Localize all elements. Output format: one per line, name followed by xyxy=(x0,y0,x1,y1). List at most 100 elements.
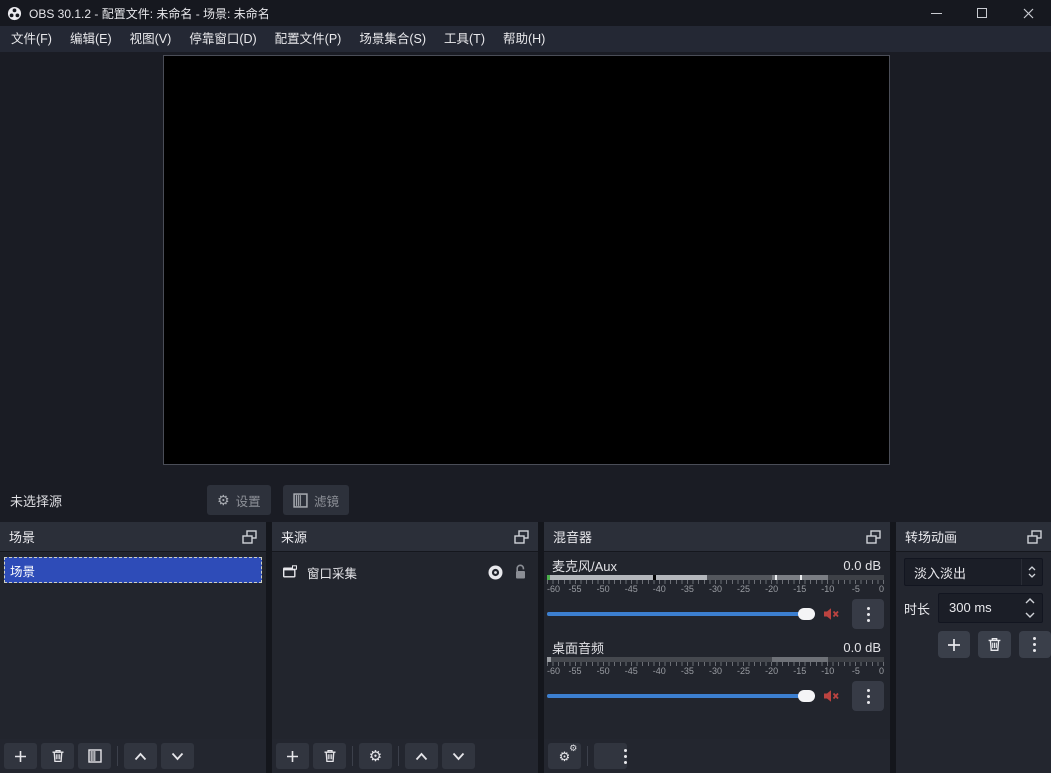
db-scale-label: -10 xyxy=(821,666,834,676)
mixer-options-button[interactable] xyxy=(594,743,627,769)
db-scale-label: 0 xyxy=(879,666,884,676)
title-bar: OBS 30.1.2 - 配置文件: 未命名 - 场景: 未命名 xyxy=(0,0,1051,26)
transitions-body: 淡入淡出 时长 300 ms xyxy=(896,553,1051,773)
muted-speaker-icon xyxy=(823,689,840,703)
trash-icon xyxy=(323,749,337,763)
duration-spinbox[interactable]: 300 ms xyxy=(938,593,1043,623)
close-icon xyxy=(1023,8,1034,19)
scene-filters-button[interactable] xyxy=(78,743,111,769)
volume-slider[interactable] xyxy=(547,607,815,621)
double-gear-icon: ⚙⚙ xyxy=(559,750,571,763)
window-title: OBS 30.1.2 - 配置文件: 未命名 - 场景: 未命名 xyxy=(29,5,270,22)
audio-mixer-panel: 混音器 麦克风/Aux 0.0 dB xyxy=(544,522,890,773)
gear-icon: ⚙ xyxy=(369,749,382,764)
source-properties-toolbar-button[interactable]: ⚙ xyxy=(359,743,392,769)
close-button[interactable] xyxy=(1005,0,1051,26)
source-item[interactable]: 窗口采集 xyxy=(272,557,538,587)
remove-source-button[interactable] xyxy=(313,743,346,769)
more-icon xyxy=(624,749,627,764)
move-source-up-button[interactable] xyxy=(405,743,438,769)
toolbar-divider xyxy=(398,746,399,766)
menu-item-file[interactable]: 文件(F) xyxy=(2,26,61,52)
menu-item-docks[interactable]: 停靠窗口(D) xyxy=(180,26,265,52)
mute-button[interactable] xyxy=(823,607,840,621)
move-scene-down-button[interactable] xyxy=(161,743,194,769)
db-scale-label: -20 xyxy=(765,666,778,676)
sources-list: 窗口采集 xyxy=(272,553,538,739)
menu-item-view[interactable]: 视图(V) xyxy=(121,26,181,52)
volume-meter xyxy=(547,575,884,580)
muted-speaker-icon xyxy=(823,607,840,621)
menu-item-help[interactable]: 帮助(H) xyxy=(494,26,554,52)
mute-button[interactable] xyxy=(823,689,840,703)
add-source-button[interactable] xyxy=(276,743,309,769)
preview-area xyxy=(0,52,1051,478)
menu-item-edit[interactable]: 编辑(E) xyxy=(61,26,121,52)
combo-arrows xyxy=(1021,559,1042,585)
move-source-down-button[interactable] xyxy=(442,743,475,769)
mixer-channel-mic: 麦克风/Aux 0.0 dB -6 xyxy=(547,556,884,629)
db-scale-label: -5 xyxy=(852,584,860,594)
volume-slider[interactable] xyxy=(547,689,815,703)
duration-label: 时长 xyxy=(904,599,930,618)
db-scale-label: -25 xyxy=(737,584,750,594)
advanced-audio-properties-button[interactable]: ⚙⚙ xyxy=(548,743,581,769)
sources-toolbar: ⚙ xyxy=(276,743,475,769)
sources-panel: 来源 窗口采集 xyxy=(272,522,538,773)
db-scale-label: -60 xyxy=(547,584,560,594)
channel-name: 麦克风/Aux xyxy=(552,556,617,575)
transitions-panel-title: 转场动画 xyxy=(905,527,1027,546)
add-transition-button[interactable] xyxy=(938,631,970,658)
db-scale-label: -20 xyxy=(765,584,778,594)
transition-options-button[interactable] xyxy=(1019,631,1051,658)
mixer-channel-desktop: 桌面音频 0.0 dB -60 -55 -50 -45 xyxy=(547,638,884,711)
transition-select[interactable]: 淡入淡出 xyxy=(904,558,1043,586)
sources-panel-header: 来源 xyxy=(272,522,538,552)
add-scene-button[interactable] xyxy=(4,743,37,769)
maximize-button[interactable] xyxy=(959,0,1005,26)
channel-options-button[interactable] xyxy=(852,599,884,629)
db-scale-label: -5 xyxy=(852,666,860,676)
toolbar-divider xyxy=(352,746,353,766)
plus-icon xyxy=(947,638,961,652)
unlock-icon xyxy=(513,564,528,580)
transitions-panel: 转场动画 淡入淡出 时长 300 ms xyxy=(896,522,1051,773)
source-properties-button[interactable]: ⚙ 设置 xyxy=(207,485,271,515)
trash-icon xyxy=(51,749,65,763)
remove-transition-button[interactable] xyxy=(978,631,1010,658)
source-lock-button[interactable] xyxy=(513,564,528,580)
db-scale-label: -50 xyxy=(597,584,610,594)
transitions-panel-header: 转场动画 xyxy=(896,522,1051,552)
duration-decrease-button[interactable] xyxy=(1025,612,1035,618)
db-scale: -60 -55 -50 -45 -40 -35 -30 -25 -20 -15 … xyxy=(547,584,884,595)
preview-canvas[interactable] xyxy=(163,55,890,465)
plus-icon xyxy=(14,750,27,763)
volume-slider-handle[interactable] xyxy=(798,608,815,620)
source-filters-button[interactable]: 滤镜 xyxy=(283,485,349,515)
db-scale-label: -15 xyxy=(793,666,806,676)
move-scene-up-button[interactable] xyxy=(124,743,157,769)
source-context-bar: 未选择源 ⚙ 设置 滤镜 xyxy=(0,478,1051,522)
channel-options-button[interactable] xyxy=(852,681,884,711)
volume-slider-handle[interactable] xyxy=(798,690,815,702)
db-scale-label: -35 xyxy=(681,584,694,594)
duration-increase-button[interactable] xyxy=(1025,598,1035,604)
menu-item-scene-collection[interactable]: 场景集合(S) xyxy=(350,26,435,52)
more-icon xyxy=(867,689,870,692)
db-scale-label: -10 xyxy=(821,584,834,594)
db-scale-label: -35 xyxy=(681,666,694,676)
db-scale-label: -50 xyxy=(597,666,610,676)
eye-icon xyxy=(487,564,504,581)
db-scale-label: -45 xyxy=(625,666,638,676)
chevron-down-icon xyxy=(1028,573,1036,578)
meter-peak-marker xyxy=(653,575,656,580)
minimize-button[interactable] xyxy=(913,0,959,26)
menu-item-tools[interactable]: 工具(T) xyxy=(435,26,494,52)
remove-scene-button[interactable] xyxy=(41,743,74,769)
source-visibility-button[interactable] xyxy=(487,564,504,581)
chevron-up-icon xyxy=(415,752,428,761)
filter-icon xyxy=(293,493,308,508)
menu-item-profile[interactable]: 配置文件(P) xyxy=(266,26,351,52)
scene-item[interactable]: 场景 xyxy=(4,557,262,583)
db-scale-label: -25 xyxy=(737,666,750,676)
